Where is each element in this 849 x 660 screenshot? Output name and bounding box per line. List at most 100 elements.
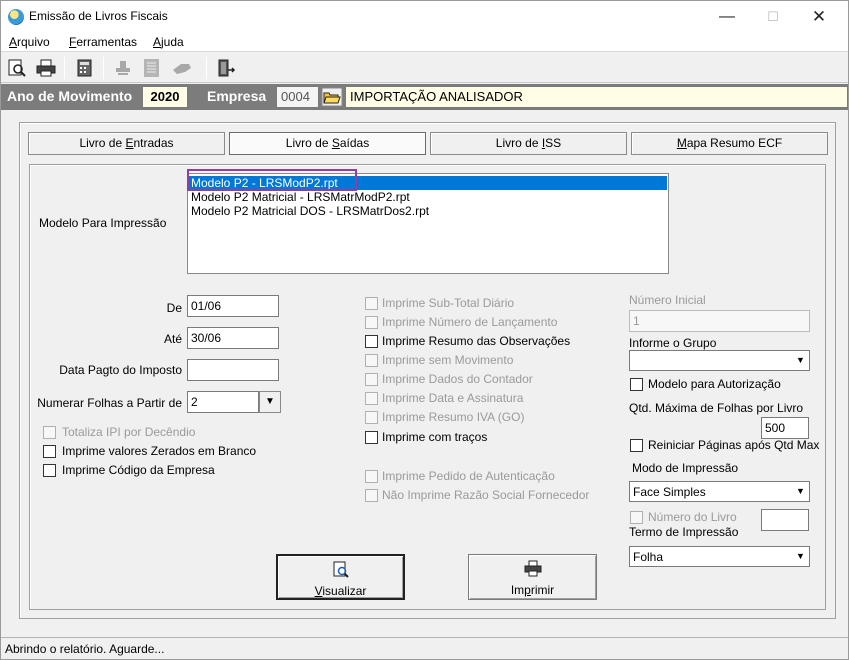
ate-label: Até <box>163 332 182 346</box>
print-icon <box>524 560 541 577</box>
header-bar: Ano de Movimento 2020 Empresa 0004 IMPOR… <box>1 84 848 110</box>
close-button[interactable]: ✕ <box>796 1 842 32</box>
company-label: Empresa <box>207 88 267 104</box>
checkbox-sem-movimento-label: Imprime sem Movimento <box>382 353 514 367</box>
window-title: Emissão de Livros Fiscais <box>29 9 168 23</box>
year-label: Ano de Movimento <box>7 88 133 104</box>
folhas-field[interactable]: 2 <box>187 391 259 413</box>
tab-entradas-pre: Livro de <box>79 136 126 150</box>
visualizar-button[interactable]: Visualizar <box>276 554 405 600</box>
checkbox-numero-livro-label: Número do Livro <box>648 510 737 524</box>
exit-door-icon[interactable] <box>215 58 237 78</box>
checkbox-pedido-autenticacao[interactable] <box>365 470 378 483</box>
menu-ajuda[interactable]: Ajuda <box>153 35 184 49</box>
hand-icon <box>171 58 193 78</box>
company-code-field[interactable]: 0004 <box>276 86 319 108</box>
modelo-label: Modelo Para Impressão <box>39 216 167 230</box>
list-item[interactable]: Modelo P2 Matricial DOS - LRSMatrDos2.rp… <box>189 204 667 218</box>
de-label: De <box>166 301 182 315</box>
checkbox-autorizacao[interactable] <box>630 378 643 391</box>
menu-arquivo-key: A <box>9 35 18 49</box>
chevron-down-icon[interactable]: ▼ <box>792 547 809 566</box>
checkbox-pedido-autenticacao-label: Imprime Pedido de Autenticação <box>382 469 555 483</box>
checkbox-sub-total-label: Imprime Sub-Total Diário <box>382 296 515 310</box>
modo-label: Modo de Impressão <box>632 461 739 475</box>
checkbox-numero-lancamento[interactable] <box>365 316 378 329</box>
modo-select[interactable]: Face Simples ▼ <box>629 481 810 502</box>
imprimir-rest: rimir <box>530 583 555 597</box>
tab-saidas[interactable]: Livro de Saídas <box>229 132 426 155</box>
grupo-label: Informe o Grupo <box>629 336 717 350</box>
imprimir-pre: Im <box>510 583 525 597</box>
chevron-down-icon[interactable]: ▼ <box>792 482 809 501</box>
checkbox-reiniciar[interactable] <box>630 439 643 452</box>
document-icon <box>141 58 163 78</box>
tab-iss-post: SS <box>545 136 562 150</box>
preview-icon[interactable] <box>6 58 28 78</box>
modo-select-value: Face Simples <box>633 485 706 499</box>
qtd-label: Qtd. Máxima de Folhas por Livro <box>629 401 804 415</box>
tab-entradas-key: E <box>125 136 134 150</box>
checkbox-numero-lancamento-label: Imprime Número de Lançamento <box>382 315 558 329</box>
tab-mapa-key: M <box>676 136 687 150</box>
checkbox-data-assinatura-label: Imprime Data e Assinatura <box>382 391 524 405</box>
calculator-icon[interactable] <box>74 58 96 78</box>
checkbox-codigo-empresa[interactable] <box>43 464 56 477</box>
tab-iss[interactable]: Livro de ISS <box>430 132 627 155</box>
open-folder-icon[interactable] <box>321 87 343 107</box>
ate-field[interactable]: 30/06 <box>187 327 279 349</box>
menu-ferramentas-label: erramentas <box>76 35 138 49</box>
termo-label: Termo de Impressão <box>629 525 739 539</box>
menu-ajuda-label: juda <box>161 35 184 49</box>
visualizar-rest: isualizar <box>322 584 367 598</box>
app-icon <box>8 9 24 25</box>
tab-mapa-resumo[interactable]: Mapa Resumo ECF <box>631 132 828 155</box>
year-field[interactable]: 2020 <box>142 86 188 108</box>
checkbox-numero-livro[interactable] <box>630 511 643 524</box>
tab-entradas-post: ntradas <box>133 136 174 150</box>
menu-ferramentas[interactable]: Ferramentas <box>69 35 137 49</box>
numero-inicial-field: 1 <box>629 310 810 332</box>
checkbox-valores-zerados-label: Imprime valores Zerados em Branco <box>62 444 257 458</box>
menu-bar: Arquivo Ferramentas Ajuda <box>1 32 848 52</box>
selection-highlight-box <box>187 169 357 191</box>
qtd-field[interactable]: 500 <box>761 417 809 439</box>
checkbox-com-tracos-label: Imprime com traços <box>382 430 488 444</box>
toolbar-separator <box>103 57 104 79</box>
preview-icon <box>333 561 349 578</box>
stamp-icon <box>112 58 134 78</box>
checkbox-totaliza-ipi-label: Totaliza IPI por Decêndio <box>62 425 196 439</box>
checkbox-valores-zerados[interactable] <box>43 445 56 458</box>
checkbox-razao-social[interactable] <box>365 489 378 502</box>
pagto-label: Data Pagto do Imposto <box>59 363 182 377</box>
grupo-select[interactable]: ▼ <box>629 350 810 371</box>
imprimir-button[interactable]: Imprimir <box>468 554 597 600</box>
toolbar <box>1 53 848 83</box>
checkbox-resumo-observacoes[interactable] <box>365 335 378 348</box>
de-field[interactable]: 01/06 <box>187 295 279 317</box>
minimize-button[interactable]: — <box>704 1 750 32</box>
checkbox-razao-social-label: Não Imprime Razão Social Fornecedor <box>382 488 590 502</box>
print-icon[interactable] <box>35 58 57 78</box>
checkbox-com-tracos[interactable] <box>365 431 378 444</box>
maximize-button[interactable]: ☐ <box>750 1 796 32</box>
pagto-field[interactable] <box>187 359 279 381</box>
tab-saidas-key: S <box>331 136 340 150</box>
checkbox-totaliza-ipi[interactable] <box>43 426 56 439</box>
checkbox-resumo-iva-label: Imprime Resumo IVA (GO) <box>382 410 525 424</box>
visualizar-label: Visualizar <box>315 584 367 598</box>
checkbox-sub-total[interactable] <box>365 297 378 310</box>
checkbox-sem-movimento[interactable] <box>365 354 378 367</box>
chevron-down-icon[interactable]: ▼ <box>792 351 809 370</box>
numero-livro-field[interactable] <box>761 509 809 531</box>
status-bar: Abrindo o relatório. Aguarde... <box>1 637 848 659</box>
checkbox-dados-contador[interactable] <box>365 373 378 386</box>
checkbox-resumo-iva[interactable] <box>365 411 378 424</box>
termo-select[interactable]: Folha ▼ <box>629 546 810 567</box>
checkbox-data-assinatura[interactable] <box>365 392 378 405</box>
list-item[interactable]: Modelo P2 Matricial - LRSMatrModP2.rpt <box>189 190 667 204</box>
menu-arquivo[interactable]: Arquivo <box>9 35 50 49</box>
tab-entradas[interactable]: Livro de Entradas <box>28 132 225 155</box>
folhas-spin-button[interactable]: ▼ <box>259 391 281 413</box>
toolbar-separator <box>206 57 207 79</box>
